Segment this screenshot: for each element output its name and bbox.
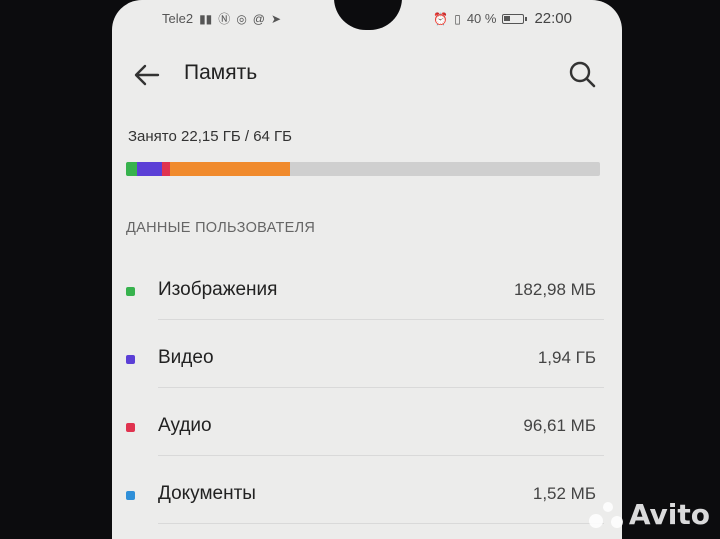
sync-icon: ◎ [236,11,247,26]
list-item-documents[interactable]: Документы 1,52 МБ [112,466,622,524]
list-item-audio[interactable]: Аудио 96,61 МБ [112,398,622,456]
list-item-images[interactable]: Изображения 182,98 МБ [112,262,622,320]
page-title: Память [184,61,258,84]
signal-icon: ▮▮ [199,11,213,26]
battery-icon [502,13,528,24]
list-item-label: Изображения [158,279,278,300]
telegram-icon: ➤ [270,11,282,26]
list-item-size: 96,61 МБ [523,416,596,435]
bar-segment-video [137,162,163,176]
phone-screen: Tele2 ▮▮ Ⓝ ◎ @ ➤ ⏰ ▯ 40 % 22:00 Память З… [112,0,622,539]
bar-segment-images [126,162,138,176]
nfc-icon: Ⓝ [218,12,231,26]
divider [158,455,604,456]
bar-segment-audio [162,162,171,176]
search-icon[interactable] [566,58,598,90]
avito-watermark: Avito [588,498,710,531]
watermark-text: Avito [628,498,710,531]
avito-logo-icon [588,500,623,530]
app-bar: Память [112,52,622,96]
list-item-size: 182,98 МБ [513,280,596,299]
divider [158,387,604,388]
images-color-dot [126,287,135,296]
clock: 22:00 [534,10,572,27]
status-bar: Tele2 ▮▮ Ⓝ ◎ @ ➤ ⏰ ▯ 40 % 22:00 [112,8,622,28]
list-item-label: Аудио [158,415,212,436]
bar-segment-other [170,162,290,176]
at-icon: @ [252,11,265,26]
documents-color-dot [126,491,135,500]
status-bar-right: ⏰ ▯ 40 % 22:00 [433,10,572,27]
divider [158,523,604,524]
video-color-dot [126,355,135,364]
divider [158,319,604,320]
battery-percent: 40 % [466,11,497,26]
storage-used-label: Занято 22,15 ГБ / 64 ГБ [128,128,293,145]
section-title-user-data: ДАННЫЕ ПОЛЬЗОВАТЕЛЯ [126,220,316,236]
storage-usage-bar [126,162,600,176]
list-item-label: Видео [158,347,214,368]
vibrate-icon: ▯ [454,11,461,26]
list-item-video[interactable]: Видео 1,94 ГБ [112,330,622,388]
audio-color-dot [126,423,135,432]
status-bar-left: Tele2 ▮▮ Ⓝ ◎ @ ➤ [162,10,281,27]
list-item-size: 1,94 ГБ [537,348,596,367]
list-item-size: 1,52 МБ [532,484,596,503]
carrier-name: Tele2 [162,11,194,26]
alarm-icon: ⏰ [433,11,449,26]
list-item-label: Документы [158,483,256,504]
back-arrow-icon[interactable] [132,60,162,90]
